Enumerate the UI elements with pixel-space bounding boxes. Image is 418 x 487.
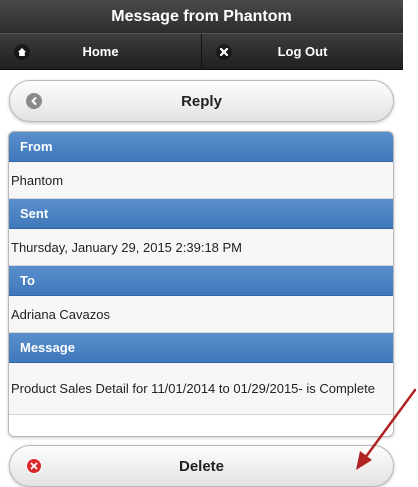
sent-value-text: Thursday, January 29, 2015 2:39:18 PM	[11, 239, 243, 255]
sent-label: Sent	[20, 206, 49, 221]
from-label: From	[20, 139, 53, 154]
to-divider: To	[9, 266, 393, 296]
reply-button-label: Reply	[181, 92, 222, 110]
logout-nav-label: Log Out	[277, 44, 328, 59]
logout-nav-button[interactable]: Log Out	[201, 34, 403, 69]
to-label: To	[20, 273, 35, 288]
delete-button-label: Delete	[178, 457, 225, 475]
page-title: Message from Phantom	[111, 7, 292, 25]
home-icon	[14, 43, 30, 60]
from-value-text: Phantom	[11, 172, 64, 188]
home-nav-button[interactable]: Home	[0, 34, 201, 69]
reply-icon	[26, 93, 42, 109]
delete-button[interactable]: Delete	[9, 445, 394, 487]
from-value: Phantom	[9, 162, 393, 199]
message-divider: Message	[9, 333, 393, 363]
sent-divider: Sent	[9, 199, 393, 229]
message-label: Message	[20, 340, 75, 355]
delete-icon	[26, 458, 42, 474]
sent-value: Thursday, January 29, 2015 2:39:18 PM	[9, 229, 393, 266]
page-header: Message from Phantom	[0, 0, 403, 33]
home-nav-label: Home	[82, 44, 119, 59]
message-value: Product Sales Detail for 11/01/2014 to 0…	[9, 363, 393, 415]
to-value: Adriana Cavazos	[9, 296, 393, 333]
message-detail-list: From Phantom Sent Thursday, January 29, …	[8, 131, 394, 437]
to-value-text: Adriana Cavazos	[11, 306, 110, 322]
reply-button[interactable]: Reply	[9, 80, 394, 122]
close-icon	[216, 43, 232, 60]
from-divider: From	[9, 132, 393, 162]
navbar: Home Log Out	[0, 33, 403, 70]
message-value-text: Product Sales Detail for 11/01/2014 to 0…	[11, 380, 375, 396]
